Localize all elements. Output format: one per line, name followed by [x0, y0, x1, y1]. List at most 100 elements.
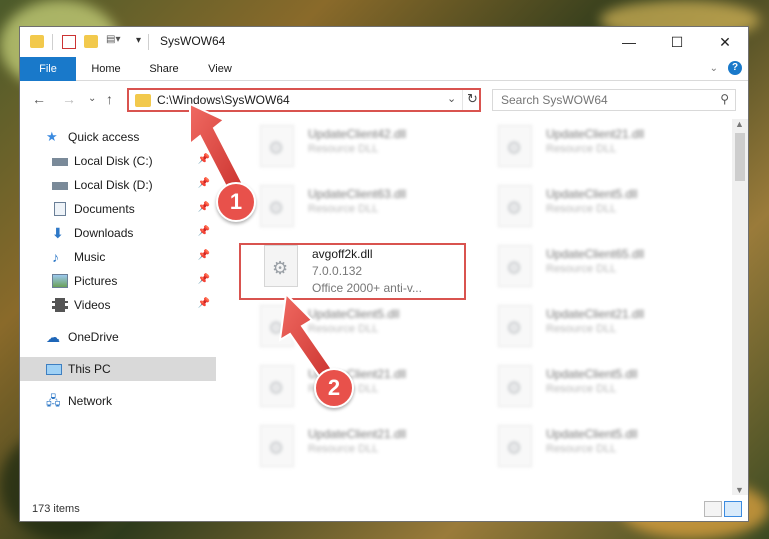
up-arrow-icon[interactable]: ↑	[106, 91, 113, 107]
pin-icon[interactable]: 📌	[198, 250, 210, 261]
drive-icon	[52, 158, 68, 166]
dll-file-icon	[498, 425, 532, 467]
tab-share[interactable]: Share	[142, 57, 186, 81]
vertical-scrollbar[interactable]: ▲ ▼	[732, 119, 748, 495]
sidebar-item-pictures[interactable]: Pictures 📌	[20, 269, 216, 293]
pin-icon[interactable]: 📌	[198, 226, 210, 237]
dll-file-icon	[498, 305, 532, 347]
expand-ribbon-icon[interactable]: ⌄	[710, 63, 718, 74]
ribbon-right-controls: ⌄ ?	[710, 61, 742, 75]
close-button[interactable]: ✕	[702, 27, 748, 57]
forward-arrow-icon[interactable]: →	[62, 91, 76, 107]
navigation-bar: ← → ⌄ ↑ C:\Windows\SysWOW64 ⌄ ↻ ⚲	[20, 81, 748, 119]
quick-access-dropdown-icon[interactable]: ▾	[136, 35, 141, 51]
dll-file-icon	[260, 305, 294, 347]
navigation-pane: ★ Quick access Local Disk (C:) 📌 Local D…	[20, 119, 216, 495]
minimize-button[interactable]: —	[606, 27, 652, 57]
sidebar-item-local-disk-d[interactable]: Local Disk (D:) 📌	[20, 173, 216, 197]
scroll-down-icon[interactable]: ▼	[735, 485, 744, 495]
list-item[interactable]: UpdateClient5.dll Resource DLL	[498, 423, 718, 479]
sidebar-item-this-pc[interactable]: This PC	[20, 357, 216, 381]
file-name: UpdateClient42.dll	[308, 127, 407, 141]
address-bar[interactable]: C:\Windows\SysWOW64 ⌄ ↻	[127, 88, 481, 112]
tab-home[interactable]: Home	[84, 57, 128, 81]
list-item[interactable]: UpdateClient21.dll Resource DLL	[260, 363, 480, 419]
sidebar-item-onedrive[interactable]: ☁ OneDrive	[20, 325, 216, 349]
window-title: SysWOW64	[160, 34, 226, 48]
sidebar-item-label: Music	[74, 250, 106, 264]
sidebar-item-downloads[interactable]: ⬇ Downloads 📌	[20, 221, 216, 245]
sidebar-item-documents[interactable]: Documents 📌	[20, 197, 216, 221]
file-description: Resource DLL	[546, 263, 617, 275]
scroll-up-icon[interactable]: ▲	[735, 119, 744, 129]
dll-file-icon	[498, 125, 532, 167]
pin-icon[interactable]: 📌	[198, 298, 210, 309]
dll-file-icon	[260, 365, 294, 407]
list-item[interactable]: UpdateClient42.dll Resource DLL	[260, 123, 480, 179]
list-item[interactable]: UpdateClient5.dll Resource DLL	[498, 183, 718, 239]
sidebar-item-label: This PC	[68, 362, 111, 376]
refresh-icon[interactable]: ↻	[467, 91, 478, 107]
properties-icon[interactable]	[62, 35, 76, 49]
list-item[interactable]: UpdateClient5.dll Resource DLL	[498, 363, 718, 419]
sidebar-item-label: OneDrive	[68, 330, 119, 344]
file-description: Resource DLL	[546, 323, 617, 335]
file-name: UpdateClient63.dll	[308, 187, 407, 201]
sidebar-item-local-disk-c[interactable]: Local Disk (C:) 📌	[20, 149, 216, 173]
view-toggle	[704, 501, 742, 517]
customize-icon[interactable]: ▤▾	[106, 34, 120, 50]
highlight-box	[239, 243, 466, 300]
sidebar-item-music[interactable]: ♪ Music 📌	[20, 245, 216, 269]
chevron-down-icon[interactable]: ⌄	[447, 92, 456, 105]
file-description: Resource DLL	[308, 143, 379, 155]
list-item[interactable]: UpdateClient63.dll Resource DLL	[260, 183, 480, 239]
file-name: UpdateClient21.dll	[546, 307, 645, 321]
divider	[148, 34, 149, 50]
pin-icon[interactable]: 📌	[198, 202, 210, 213]
pin-icon[interactable]: 📌	[198, 154, 210, 165]
large-icons-view-icon[interactable]	[724, 501, 742, 517]
file-description: Resource DLL	[546, 383, 617, 395]
sidebar-item-label: Pictures	[74, 274, 118, 288]
recent-dropdown-icon[interactable]: ⌄	[88, 93, 96, 104]
back-arrow-icon[interactable]: ←	[32, 91, 46, 107]
search-box[interactable]: ⚲	[492, 89, 736, 111]
details-view-icon[interactable]	[704, 501, 722, 517]
list-item[interactable]: UpdateClient65.dll Resource DLL	[498, 243, 718, 299]
address-path[interactable]: C:\Windows\SysWOW64	[157, 93, 290, 107]
search-icon[interactable]: ⚲	[720, 92, 729, 106]
file-name: UpdateClient21.dll	[308, 427, 407, 441]
pin-icon[interactable]: 📌	[198, 178, 210, 189]
tab-file[interactable]: File	[20, 57, 76, 81]
file-list: UpdateClient42.dll Resource DLL UpdateCl…	[216, 119, 736, 495]
music-icon: ♪	[52, 249, 59, 265]
list-item[interactable]: UpdateClient21.dll Resource DLL	[260, 423, 480, 479]
new-folder-icon[interactable]	[84, 35, 98, 48]
file-description: Resource DLL	[546, 203, 617, 215]
list-item[interactable]: UpdateClient21.dll Resource DLL	[498, 123, 718, 179]
help-icon[interactable]: ?	[728, 61, 742, 75]
scrollbar-thumb[interactable]	[735, 133, 745, 181]
file-description: Resource DLL	[546, 143, 617, 155]
dll-file-icon	[260, 425, 294, 467]
downloads-icon: ⬇	[52, 225, 64, 241]
file-explorer-window: ▤▾ ▾ SysWOW64 — ☐ ✕ File Home Share View…	[19, 26, 749, 522]
divider	[462, 90, 463, 110]
tab-view[interactable]: View	[198, 57, 242, 81]
maximize-button[interactable]: ☐	[654, 27, 700, 57]
search-input[interactable]	[501, 90, 711, 110]
documents-icon	[54, 202, 66, 216]
pin-icon[interactable]: 📌	[198, 274, 210, 285]
sidebar-item-label: Network	[68, 394, 113, 408]
file-description: Resource DLL	[546, 443, 617, 455]
sidebar-item-quick-access[interactable]: ★ Quick access	[20, 125, 216, 149]
title-bar: ▤▾ ▾ SysWOW64 — ☐ ✕	[20, 27, 748, 57]
list-item[interactable]: UpdateClient21.dll Resource DLL	[498, 303, 718, 359]
dll-file-icon	[498, 365, 532, 407]
sidebar-item-videos[interactable]: Videos 📌	[20, 293, 216, 317]
cloud-icon: ☁	[46, 329, 60, 345]
list-item[interactable]: UpdateClient5.dll Resource DLL	[260, 303, 480, 359]
folder-icon[interactable]	[30, 35, 44, 48]
sidebar-item-network[interactable]: 🖧 Network	[20, 389, 216, 413]
item-count: 173 items	[32, 503, 80, 515]
